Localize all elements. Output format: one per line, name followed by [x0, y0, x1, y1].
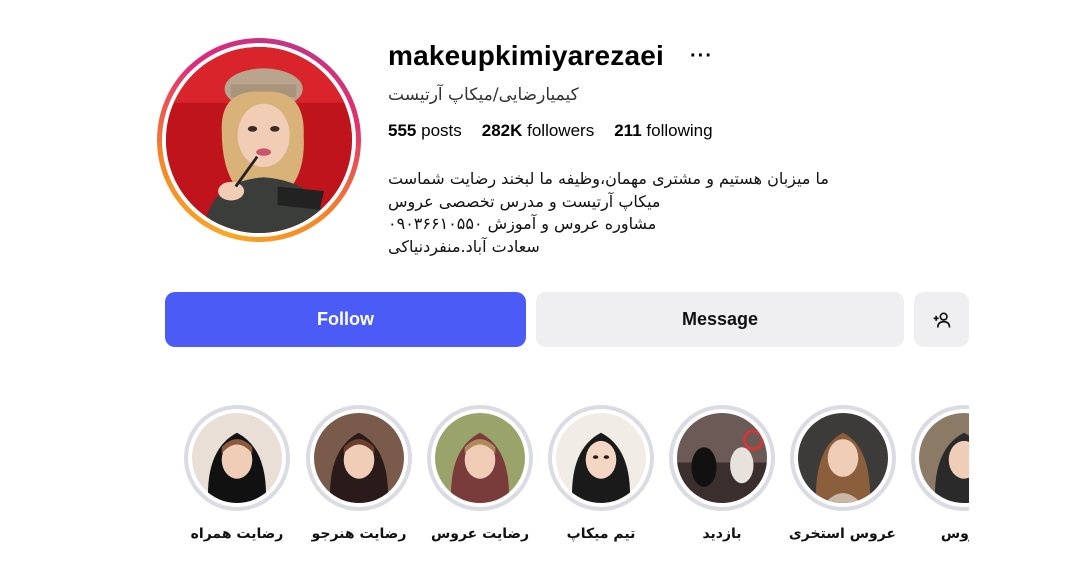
more-options-icon[interactable]: ···: [690, 46, 713, 66]
avatar-illustration: [166, 47, 352, 233]
highlight-label: عروس: [940, 526, 969, 542]
posts-stat[interactable]: 555 posts: [388, 121, 462, 141]
highlight-item[interactable]: عروس استخری: [788, 405, 896, 542]
profile-username: makeupkimiyarezaei: [388, 40, 664, 71]
highlight-label: رضایت همراه: [190, 526, 284, 542]
highlight-item[interactable]: رضایت هنرجو: [306, 405, 412, 542]
highlight-item[interactable]: رضایت همراه: [184, 405, 290, 542]
followers-label: followers: [527, 121, 595, 140]
avatar-photo: [166, 47, 352, 233]
following-label: following: [646, 121, 713, 140]
profile-stats: 555 posts 282K followers 211 following: [388, 121, 713, 141]
add-person-icon: [933, 312, 950, 328]
highlight-label: رضایت عروس: [430, 526, 530, 542]
profile-bio: ما میزبان هستیم و مشتری مهمان،وظیفه ما ل…: [388, 168, 868, 258]
message-button[interactable]: Message: [536, 292, 904, 347]
following-stat[interactable]: 211 following: [614, 121, 712, 141]
bio-line: ما میزبان هستیم و مشتری مهمان،وظیفه ما ل…: [388, 169, 829, 188]
highlight-cover: [314, 413, 404, 503]
profile-full-name: کیمیارضایی/میکاپ آرتیست: [388, 85, 579, 105]
highlight-ring: [548, 405, 654, 511]
highlight-cover: [435, 413, 525, 503]
highlight-ring: [184, 405, 290, 511]
profile-avatar[interactable]: [157, 38, 361, 242]
follow-button[interactable]: Follow: [165, 292, 526, 347]
highlight-ring: [427, 405, 533, 511]
posts-count: 555: [388, 121, 417, 140]
highlight-ring: [911, 405, 969, 511]
following-count: 211: [614, 121, 642, 140]
avatar-frame: [162, 43, 356, 237]
highlight-item[interactable]: رضایت عروس: [427, 405, 533, 542]
highlight-cover: [919, 413, 969, 503]
story-highlights: رضایت همراه رضایت هنرجو رضایت عروس تیم م…: [0, 405, 969, 555]
highlight-label: رضایت هنرجو: [311, 526, 407, 542]
bio-line: میکاپ آرتیست و مدرس تخصصی عروس: [388, 191, 661, 211]
highlight-label: بازدید: [702, 526, 742, 542]
highlight-ring: [306, 405, 412, 511]
suggested-users-button[interactable]: [914, 292, 969, 347]
highlight-cover: [798, 413, 888, 503]
highlight-label: تیم میکاپ: [566, 526, 636, 542]
highlight-cover: [556, 413, 646, 503]
followers-stat[interactable]: 282K followers: [482, 121, 594, 141]
highlight-label: عروس استخری: [788, 526, 896, 542]
highlight-item[interactable]: عروس: [911, 405, 969, 542]
highlight-ring: [790, 405, 896, 511]
highlight-cover: [677, 413, 767, 503]
highlight-cover: [192, 413, 282, 503]
highlight-ring: [669, 405, 775, 511]
bio-line: مشاوره عروس و آموزش ۰۹۰۳۶۶۱۰۵۵۰: [388, 214, 657, 233]
bio-line: سعادت آباد.منفردنیاکی: [388, 236, 540, 256]
posts-label: posts: [421, 121, 462, 140]
highlight-item[interactable]: تیم میکاپ: [548, 405, 654, 542]
followers-count: 282K: [481, 121, 523, 140]
highlight-item[interactable]: بازدید: [669, 405, 775, 542]
